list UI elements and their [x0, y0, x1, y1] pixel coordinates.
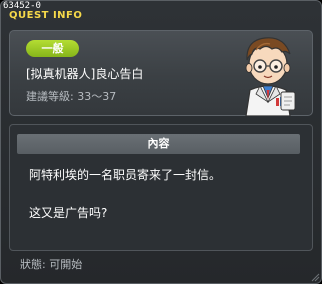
content-line: 这又是广告吗?: [29, 206, 108, 220]
quest-name: [拟真机器人]良心告白: [26, 67, 144, 81]
content-header: 內容: [17, 134, 300, 154]
window-title: QUEST INFO: [9, 10, 83, 21]
resize-grip-icon[interactable]: [310, 272, 320, 282]
quest-status: 狀態: 可開始: [20, 258, 83, 271]
scientist-npc-portrait-icon: [245, 37, 296, 116]
recommended-level: 建議等級: 33～37: [26, 90, 117, 103]
content-line: 阿特利埃的一名职员寄来了一封信。: [29, 168, 222, 182]
quest-type-badge: 一般: [26, 40, 79, 57]
